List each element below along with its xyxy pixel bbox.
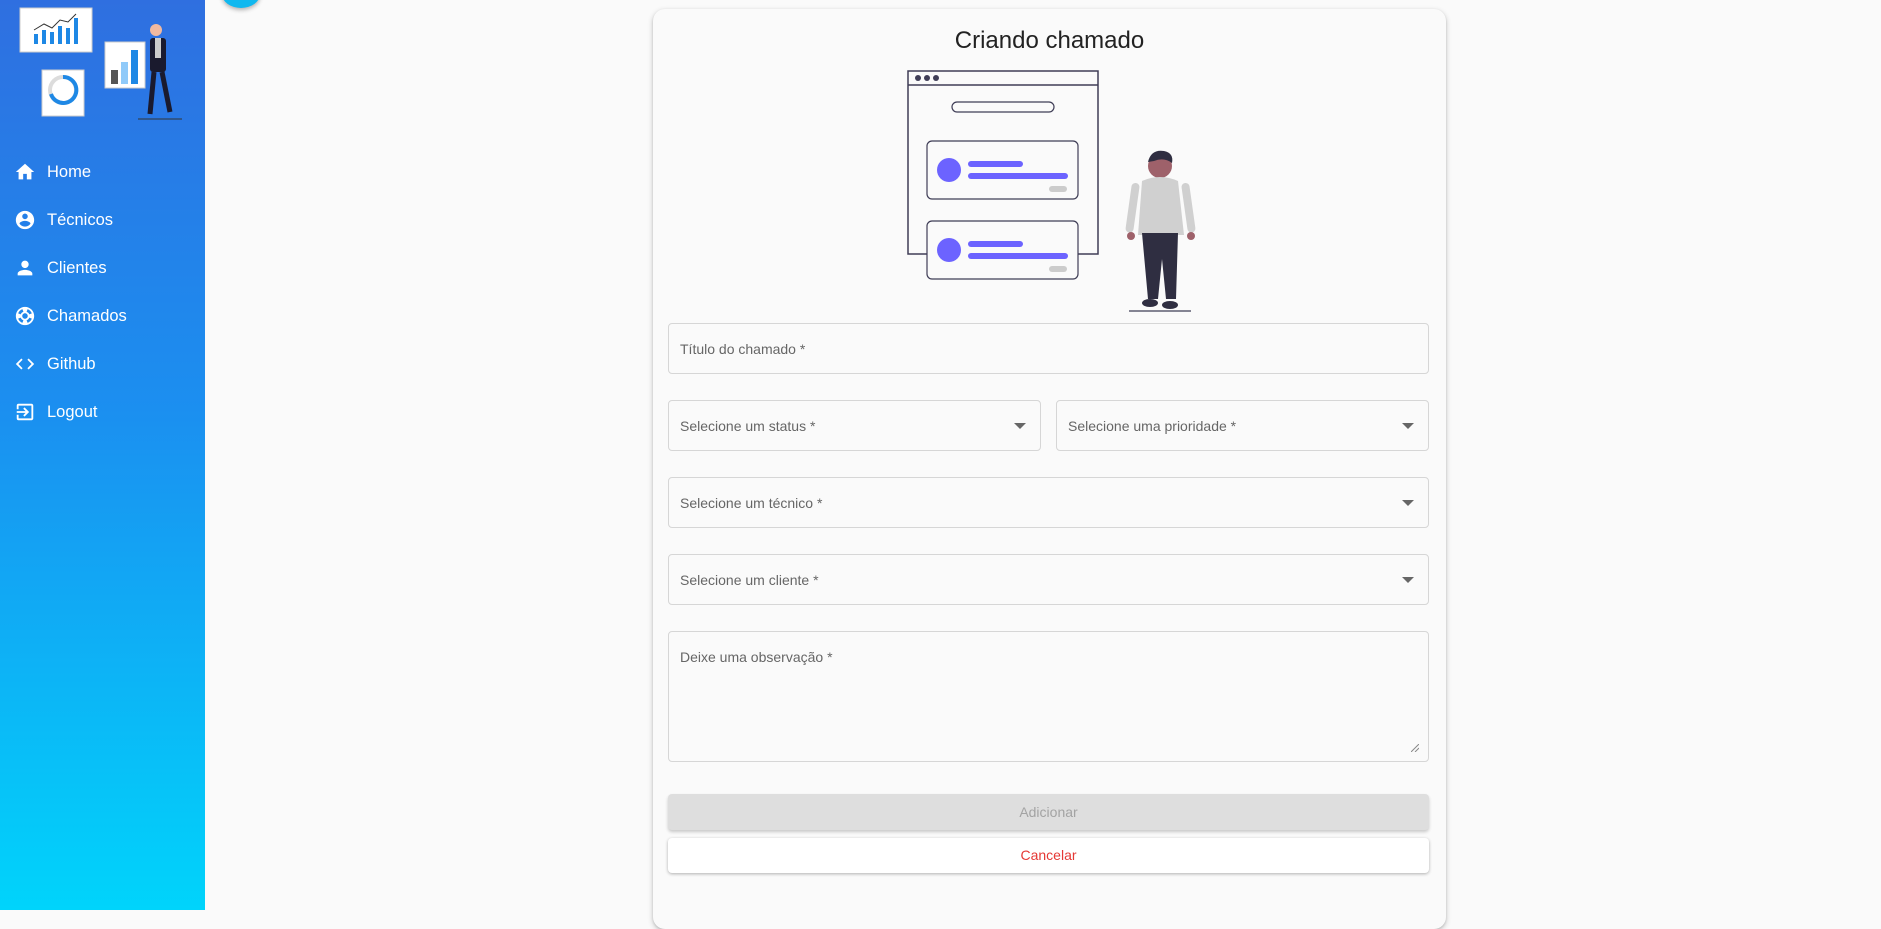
status-select[interactable]: Selecione um status * xyxy=(668,400,1041,451)
sidebar-nav: Home Técnicos Clientes Chamados Github L… xyxy=(0,148,205,436)
client-select-label: Selecione um cliente * xyxy=(680,572,819,588)
sidebar-item-label: Técnicos xyxy=(47,210,114,229)
logout-icon xyxy=(14,401,36,423)
home-icon xyxy=(14,161,36,183)
resize-grip-icon[interactable] xyxy=(1411,744,1419,752)
support-icon xyxy=(14,305,36,327)
sidebar-item-github[interactable]: Github xyxy=(0,340,205,388)
client-select[interactable]: Selecione um cliente * xyxy=(668,554,1429,605)
menu-toggle-button[interactable] xyxy=(222,0,260,8)
chevron-down-icon xyxy=(1402,422,1414,429)
dashboard-illustration xyxy=(19,7,182,120)
chevron-down-icon xyxy=(1014,422,1026,429)
priority-select-label: Selecione uma prioridade * xyxy=(1068,418,1237,434)
sidebar-item-tecnicos[interactable]: Técnicos xyxy=(0,196,205,244)
sidebar-item-label: Github xyxy=(47,354,96,373)
create-ticket-card: Criando chamado Título do chamado * Sele… xyxy=(653,9,1446,929)
person-icon xyxy=(14,257,36,279)
code-icon xyxy=(14,353,36,375)
account-circle-icon xyxy=(14,209,36,231)
sidebar-item-label: Chamados xyxy=(47,306,127,325)
chevron-down-icon xyxy=(1402,499,1414,506)
sidebar-item-label: Logout xyxy=(47,402,98,421)
sidebar: Home Técnicos Clientes Chamados Github L… xyxy=(0,0,205,910)
sidebar-item-chamados[interactable]: Chamados xyxy=(0,292,205,340)
status-select-label: Selecione um status * xyxy=(680,418,816,434)
sidebar-item-clientes[interactable]: Clientes xyxy=(0,244,205,292)
observation-label: Deixe uma observação * xyxy=(680,649,833,665)
add-button[interactable]: Adicionar xyxy=(668,794,1429,830)
cancel-button[interactable]: Cancelar xyxy=(668,838,1429,873)
sidebar-item-home[interactable]: Home xyxy=(0,148,205,196)
priority-select[interactable]: Selecione uma prioridade * xyxy=(1056,400,1429,451)
ticket-title-field[interactable]: Título do chamado * xyxy=(668,323,1429,374)
sidebar-item-label: Clientes xyxy=(47,258,107,277)
technician-select-label: Selecione um técnico * xyxy=(680,495,823,511)
ticket-title-label: Título do chamado * xyxy=(680,341,806,357)
chevron-down-icon xyxy=(1402,576,1414,583)
technician-select[interactable]: Selecione um técnico * xyxy=(668,477,1429,528)
sidebar-item-logout[interactable]: Logout xyxy=(0,388,205,436)
observation-textarea[interactable]: Deixe uma observação * xyxy=(668,631,1429,762)
ticket-illustration xyxy=(907,70,1196,312)
page-title: Criando chamado xyxy=(954,27,1145,54)
sidebar-item-label: Home xyxy=(47,162,92,181)
